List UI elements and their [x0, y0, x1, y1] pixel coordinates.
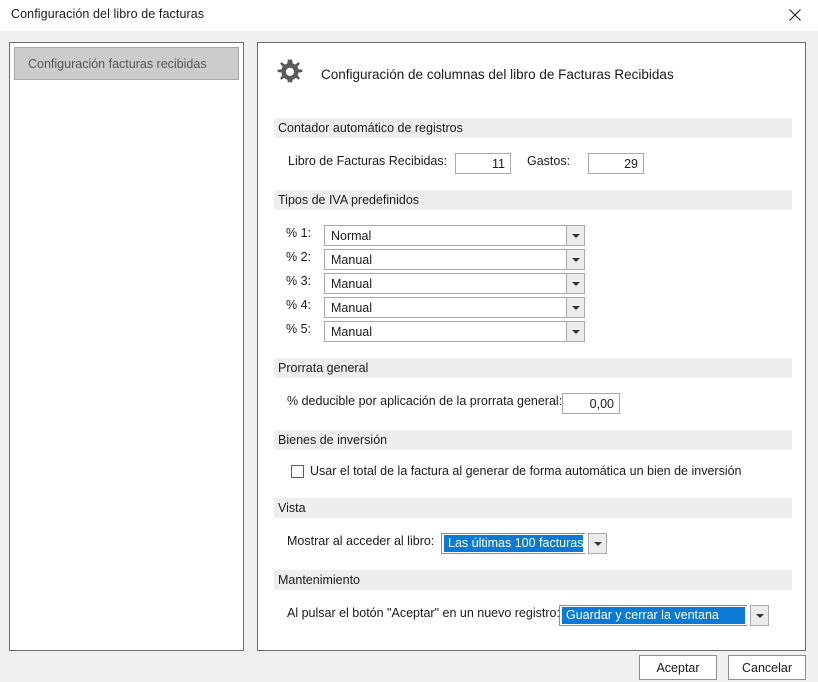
prorrata-input[interactable] — [562, 393, 620, 414]
iva-2-combo-value: Manual — [324, 249, 566, 270]
iva-3-combo-value: Manual — [324, 273, 566, 294]
mostrar-al-acceder-combo-field: Las últimas 100 facturas — [441, 533, 585, 554]
settings-panel: Configuración de columnas del libro de F… — [257, 42, 806, 651]
cancel-button-label: Cancelar — [741, 660, 793, 675]
iva-2-combo[interactable]: Manual — [324, 249, 585, 270]
sidebar-item-configuracion-facturas-recibidas[interactable]: Configuración facturas recibidas — [14, 47, 239, 80]
window-title: Configuración del libro de facturas — [11, 7, 205, 21]
iva-3-label: % 3: — [286, 274, 312, 288]
al-pulsar-aceptar-combo-value: Guardar y cerrar la ventana — [562, 607, 745, 624]
accept-button-label: Aceptar — [656, 660, 700, 675]
iva-1-label: % 1: — [286, 226, 312, 240]
panel-header: Configuración de columnas del libro de F… — [258, 43, 805, 105]
sidebar-panel: Configuración facturas recibidas — [9, 42, 244, 651]
cancel-button[interactable]: Cancelar — [728, 655, 806, 680]
bien-inversion-checkbox-row[interactable]: Usar el total de la factura al generar d… — [291, 464, 742, 478]
title-bar: Configuración del libro de facturas — [0, 0, 818, 31]
section-header-vista-label: Vista — [278, 501, 306, 515]
row-iva-1: % 1: — [286, 226, 311, 240]
iva-1-combo[interactable]: Normal — [324, 225, 585, 246]
chevron-down-icon[interactable] — [566, 273, 585, 294]
close-button[interactable] — [772, 0, 818, 30]
iva-5-combo[interactable]: Manual — [324, 321, 585, 342]
mostrar-al-acceder-combo[interactable]: Las últimas 100 facturas — [441, 533, 607, 554]
row-iva-2: % 2: — [286, 250, 311, 264]
row-iva-4: % 4: — [286, 298, 311, 312]
chevron-down-icon[interactable] — [588, 533, 607, 554]
iva-2-label: % 2: — [286, 250, 312, 264]
section-header-prorrata-label: Prorrata general — [278, 361, 369, 375]
al-pulsar-aceptar-combo-field: Guardar y cerrar la ventana — [559, 605, 747, 626]
section-header-bienes-inversion: Bienes de inversión — [274, 430, 792, 450]
bien-inversion-checkbox-label: Usar el total de la factura al generar d… — [310, 464, 742, 478]
section-header-prorrata: Prorrata general — [274, 358, 792, 378]
dialog-body: Configuración facturas recibidas Configu… — [0, 31, 818, 682]
libro-facturas-recibidas-input[interactable] — [455, 153, 511, 174]
row-prorrata: % deducible por aplicación de la prorrat… — [287, 394, 562, 408]
panel-title: Configuración de columnas del libro de F… — [321, 66, 674, 82]
bien-inversion-checkbox[interactable] — [291, 464, 304, 478]
iva-3-combo[interactable]: Manual — [324, 273, 585, 294]
iva-1-combo-value: Normal — [324, 225, 566, 246]
al-pulsar-aceptar-label: Al pulsar el botón "Aceptar" en un nuevo… — [287, 606, 560, 620]
gastos-input[interactable] — [588, 153, 644, 174]
section-header-contador-label: Contador automático de registros — [278, 121, 463, 135]
chevron-down-icon[interactable] — [750, 605, 769, 626]
prorrata-label: % deducible por aplicación de la prorrat… — [287, 394, 563, 408]
chevron-down-icon[interactable] — [566, 321, 585, 342]
chevron-down-icon[interactable] — [566, 297, 585, 318]
row-libro-facturas-recibidas: Libro de Facturas Recibidas: — [288, 154, 447, 168]
mostrar-al-acceder-label: Mostrar al acceder al libro: — [287, 534, 435, 548]
iva-4-combo[interactable]: Manual — [324, 297, 585, 318]
al-pulsar-aceptar-combo[interactable]: Guardar y cerrar la ventana — [559, 605, 769, 626]
iva-5-combo-value: Manual — [324, 321, 566, 342]
iva-4-combo-value: Manual — [324, 297, 566, 318]
libro-facturas-recibidas-label: Libro de Facturas Recibidas: — [288, 154, 448, 168]
row-gastos: Gastos: — [527, 154, 570, 168]
mostrar-al-acceder-combo-value: Las últimas 100 facturas — [444, 535, 583, 552]
section-header-contador: Contador automático de registros — [274, 118, 792, 138]
accept-button[interactable]: Aceptar — [639, 655, 717, 680]
chevron-down-icon[interactable] — [566, 225, 585, 246]
row-iva-3: % 3: — [286, 274, 311, 288]
section-header-tipos-iva-label: Tipos de IVA predefinidos — [278, 193, 420, 207]
close-icon — [789, 9, 801, 21]
gastos-label: Gastos: — [527, 154, 571, 168]
chevron-down-icon[interactable] — [566, 249, 585, 270]
row-mostrar-al-acceder: Mostrar al acceder al libro: — [287, 534, 434, 548]
row-iva-5: % 5: — [286, 322, 311, 336]
dialog-footer: Aceptar Cancelar — [639, 655, 806, 680]
iva-4-label: % 4: — [286, 298, 312, 312]
section-header-vista: Vista — [274, 498, 792, 518]
gear-icon — [273, 57, 307, 91]
sidebar-item-label: Configuración facturas recibidas — [28, 56, 207, 71]
section-header-bienes-inversion-label: Bienes de inversión — [278, 433, 388, 447]
iva-5-label: % 5: — [286, 322, 312, 336]
section-header-mantenimiento: Mantenimiento — [274, 570, 792, 590]
section-header-mantenimiento-label: Mantenimiento — [278, 573, 360, 587]
section-header-tipos-iva: Tipos de IVA predefinidos — [274, 190, 792, 210]
row-al-pulsar-aceptar: Al pulsar el botón "Aceptar" en un nuevo… — [287, 606, 560, 620]
